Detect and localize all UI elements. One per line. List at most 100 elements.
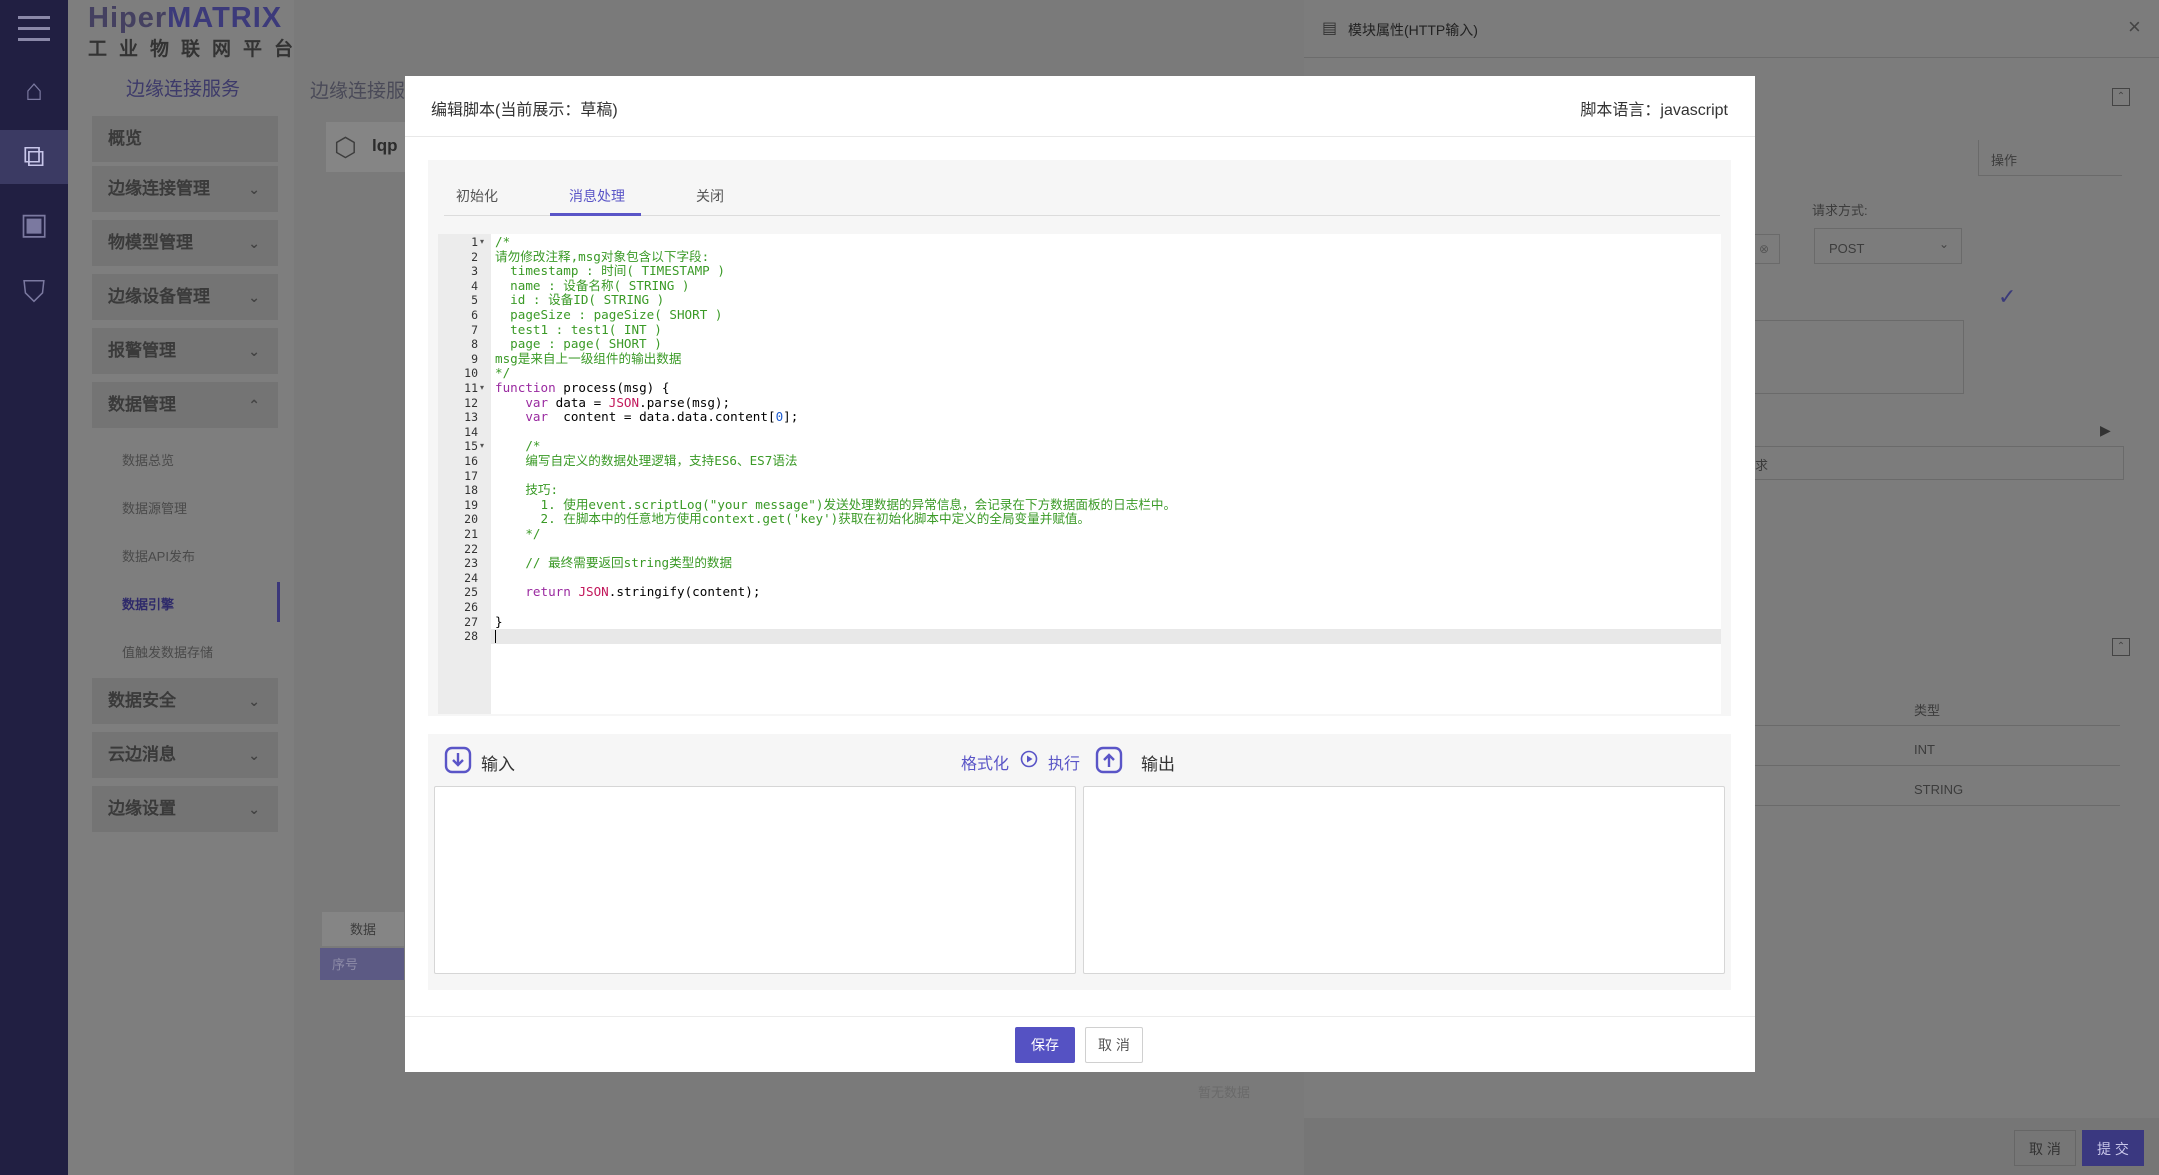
code-line[interactable]: } (495, 614, 503, 630)
line-number: 8 (471, 337, 478, 352)
text-cursor (495, 630, 496, 643)
chevron-down-icon: ⌄ (1938, 237, 1949, 251)
script-language: 脚本语言：javascript (1580, 102, 1728, 119)
collapse-icon[interactable]: ⌃ (2112, 638, 2130, 656)
table-row: STRING (1750, 768, 2120, 806)
line-number: 9 (471, 351, 478, 366)
sidebar-subitem-data-source[interactable]: 数据源管理 (122, 498, 187, 517)
sidebar-item-cloud-edge-message[interactable]: 云边消息 ⌄ (92, 732, 278, 778)
close-icon[interactable]: × (2128, 14, 2141, 40)
code-line[interactable]: var content = data.data.content[0]; (495, 409, 798, 425)
monitor-icon[interactable]: ▣ (0, 198, 68, 252)
code-line[interactable]: id : 设备ID( STRING ) (495, 293, 664, 308)
panel-submit-button[interactable]: 提 交 (2082, 1130, 2144, 1166)
code-line[interactable]: // 最终需要返回string类型的数据 (495, 556, 732, 571)
divider (405, 136, 1755, 137)
line-number: 6 (471, 308, 478, 322)
sidebar-subitem-value-trigger[interactable]: 值触发数据存储 (122, 642, 213, 661)
line-number: 12 (464, 395, 478, 410)
save-button[interactable]: 保存 (1015, 1027, 1075, 1063)
method-select[interactable]: POST ⌄ (1814, 228, 1962, 264)
chevron-down-icon: ⌄ (248, 235, 260, 251)
code-line[interactable]: 1. 使用event.scriptLog("your message")发送处理… (495, 497, 1176, 513)
line-number: 15 (464, 439, 478, 454)
code-line[interactable]: 2. 在脚本中的任意地方使用context.get('key')获取在初始化脚本… (495, 512, 1090, 527)
script-tabs (444, 178, 1720, 216)
input-textarea[interactable] (434, 786, 1076, 974)
check-icon[interactable]: ✓ (1998, 284, 2016, 310)
shield-icon[interactable]: ⛉ (0, 266, 68, 320)
sidebar-subitem-data-overview[interactable]: 数据总览 (122, 450, 174, 469)
code-line[interactable]: 技巧: (495, 483, 558, 498)
edge-service-icon[interactable]: ⧉ (0, 130, 68, 184)
fold-arrow-icon[interactable]: ▾ (480, 439, 484, 454)
play-icon[interactable] (1020, 750, 1038, 768)
home-icon[interactable]: ⌂ (0, 64, 68, 118)
code-line[interactable]: */ (495, 366, 510, 381)
table-tab[interactable]: 数据 (322, 912, 404, 946)
line-number: 14 (464, 424, 478, 439)
cancel-button[interactable]: 取 消 (1085, 1027, 1143, 1063)
line-number: 28 (464, 629, 478, 644)
line-number: 18 (464, 483, 478, 498)
scroll-right-icon[interactable]: ▶ (2100, 422, 2111, 439)
chevron-down-icon: ⌄ (248, 343, 260, 359)
format-button[interactable]: 格式化 (961, 750, 1009, 774)
document-icon: ▤ (1322, 20, 1338, 37)
line-number: 22 (464, 541, 478, 556)
line-number: 1 (471, 235, 478, 249)
op-header-cell: 操作 (1978, 140, 2122, 176)
code-line[interactable]: */ (495, 526, 540, 542)
fold-arrow-icon[interactable]: ▾ (480, 235, 484, 250)
sidebar-item-data-security[interactable]: 数据安全 ⌄ (92, 678, 278, 724)
line-number: 21 (464, 527, 478, 541)
line-number: 7 (471, 322, 478, 337)
icon-rail: ⌂ ⧉ ▣ ⛉ (0, 0, 68, 1175)
line-number: 23 (464, 556, 478, 571)
fold-arrow-icon[interactable]: ▾ (480, 381, 484, 396)
tab-init[interactable]: 初始化 (456, 186, 498, 206)
code-line[interactable]: name : 设备名称( STRING ) (495, 278, 689, 294)
collapse-icon[interactable]: ⌃ (2112, 88, 2130, 106)
sidebar-item-edge-device[interactable]: 边缘设备管理 ⌄ (92, 274, 278, 320)
line-number: 27 (464, 614, 478, 629)
sidebar-subitem-data-engine[interactable]: 数据引擎 (122, 594, 174, 613)
sidebar-item-alarm[interactable]: 报警管理 ⌄ (92, 328, 278, 374)
code-line[interactable]: /* (495, 439, 540, 454)
code-line[interactable]: /* (495, 234, 510, 250)
chevron-down-icon: ⌄ (248, 693, 260, 709)
sidebar-item-edge-connection[interactable]: 边缘连接管理 ⌄ (92, 166, 278, 212)
bg-card: ⬡ lqp (326, 122, 406, 172)
chevron-down-icon: ⌄ (248, 181, 260, 197)
sidebar-subitem-data-api[interactable]: 数据API发布 (122, 546, 195, 565)
panel-cancel-button[interactable]: 取 消 (2014, 1130, 2076, 1166)
output-textarea[interactable] (1083, 786, 1725, 974)
sidebar-item-edge-settings[interactable]: 边缘设置 ⌄ (92, 786, 278, 832)
code-line[interactable]: function process(msg) { (495, 380, 669, 396)
code-line[interactable]: return JSON.stringify(content); (495, 585, 760, 600)
code-line[interactable]: 编写自定义的数据处理逻辑，支持ES6、ES7语法 (495, 453, 797, 469)
tab-message-processing[interactable]: 消息处理 (569, 186, 625, 206)
active-tab-underline (550, 213, 641, 216)
code-line[interactable]: msg是来自上一级组件的输出数据 (495, 351, 681, 367)
input-icon (444, 746, 472, 774)
code-line[interactable]: pageSize : pageSize( SHORT ) (495, 307, 722, 323)
code-line[interactable]: 请勿修改注释,msg对象包含以下字段: (495, 249, 709, 265)
chevron-down-icon: ⌄ (248, 747, 260, 763)
sidebar-item-thing-model[interactable]: 物模型管理 ⌄ (92, 220, 278, 266)
code-line[interactable]: page : page( SHORT ) (495, 337, 662, 352)
line-number: 16 (464, 454, 478, 468)
code-line[interactable]: var data = JSON.parse(msg); (495, 395, 730, 411)
code-line[interactable]: timestamp : 时间( TIMESTAMP ) (495, 264, 725, 279)
code-line[interactable]: test1 : test1( INT ) (495, 322, 662, 338)
run-button[interactable]: 执行 (1048, 750, 1080, 774)
desc-textarea[interactable] (1754, 320, 1964, 394)
tab-close[interactable]: 关闭 (696, 186, 724, 206)
cube-icon: ⬡ (334, 132, 357, 162)
menu-toggle-icon[interactable] (18, 16, 50, 42)
line-number: 4 (471, 278, 478, 293)
sidebar-item-data-management[interactable]: 数据管理 ⌃ (92, 382, 278, 428)
empty-text: 暂无数据 (1198, 1085, 1251, 1100)
active-indicator (277, 582, 280, 622)
sidebar-item-overview[interactable]: 概览 (92, 116, 278, 162)
